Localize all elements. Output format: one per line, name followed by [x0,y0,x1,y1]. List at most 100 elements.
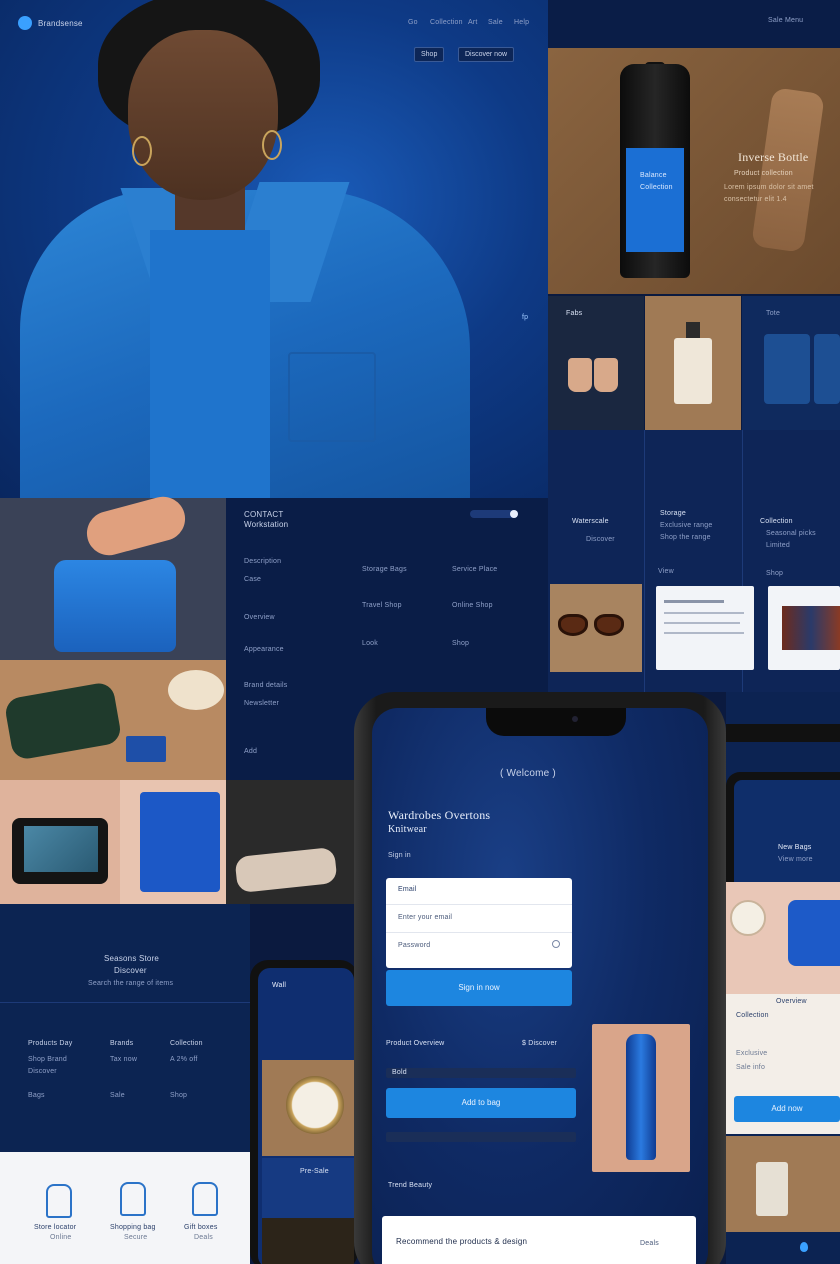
login-card-label: Email [398,886,417,893]
product-bar-2 [386,1132,576,1142]
right-card-line1: Exclusive [736,1050,768,1057]
panel-row-1[interactable]: Description [244,558,281,565]
login-card-divider-1 [386,904,572,905]
panel-row-6[interactable]: Newsletter [244,700,279,707]
store-col2-line1[interactable]: Tax now [110,1056,137,1063]
sign-in-button[interactable]: Sign in now [386,970,572,1006]
col1-title: Waterscale [572,518,609,525]
feature-label-1: Store locator [34,1224,77,1231]
store-col1-line1[interactable]: Shop Brand [28,1056,67,1063]
tablet-screen [24,826,98,872]
banner-heading: Inverse Bottle [738,150,809,164]
phone-subtext: Sign in [388,852,411,859]
right-card-sub: Collection [736,1012,769,1019]
add-to-bag-button[interactable]: Add to bag [386,1088,576,1118]
col2-title: Storage [660,510,686,517]
right-device-edge [726,724,840,742]
earring-left [132,136,152,166]
swatch-image [782,606,840,650]
shoe-image-2 [594,358,618,392]
panel-grid-4[interactable]: Online Shop [452,602,493,609]
store-subtitle: Discover [114,966,147,975]
right-card-button[interactable]: Add now [734,1096,840,1122]
top-right-nav[interactable]: Sale Menu [768,17,803,24]
nav-item-4[interactable]: Sale [488,19,503,26]
sunglass-lens-left [558,614,588,636]
perfume-bottle-image [674,338,712,404]
store-locator-icon[interactable] [46,1184,72,1218]
product-price: $ Discover [522,1040,558,1047]
store-col1-line3[interactable]: Bags [28,1092,45,1099]
banner-line-1: Lorem ipsum dolor sit amet [724,184,814,191]
store-col3-line2[interactable]: Shop [170,1092,187,1099]
feature-label-3: Gift boxes [184,1224,218,1231]
email-input[interactable]: Enter your email [398,914,452,921]
col2-link[interactable]: View [658,568,674,575]
shoe-image-1 [568,358,592,392]
feature-sub-1: Online [50,1234,72,1241]
store-col1-title: Products Day [28,1040,73,1047]
store-col2-title: Brands [110,1040,134,1047]
nav-item-1[interactable]: Go [408,19,418,26]
panel-row-2[interactable]: Case [244,576,261,583]
sunglass-lens-right [594,614,624,636]
store-col3-line1[interactable]: A 2% off [170,1056,198,1063]
product-label: Product Overview [386,1040,445,1047]
panel-grid-1[interactable]: Storage Bags [362,566,407,573]
right-bottle-image [756,1162,788,1216]
right-phone-sub[interactable]: View more [778,856,813,863]
jacket-pocket [288,352,376,442]
watch-caption: Pre-Sale [300,1168,329,1175]
nav-item-2[interactable]: Collection [430,19,463,26]
bottle-label [626,148,684,252]
panel-row-5[interactable]: Brand details [244,682,287,689]
bottle-label-line1: Balance [640,172,667,179]
phone-footer-label: Trend Beauty [388,1182,433,1189]
panel-title-1: CONTACT [244,510,284,519]
col1-sub[interactable]: Discover [586,536,615,543]
store-col1-line2[interactable]: Discover [28,1068,57,1075]
password-input[interactable]: Password [398,942,430,949]
right-mic-icon[interactable] [800,1242,808,1252]
store-col3-title: Collection [170,1040,203,1047]
shopping-bag-icon[interactable] [120,1182,146,1216]
discover-button[interactable]: Discover now [458,47,515,62]
product-bottle-image [626,1034,656,1160]
panel-row-4[interactable]: Appearance [244,646,284,653]
tote-image-1 [764,334,810,404]
password-eye-icon[interactable] [552,940,560,948]
top-right-nav-bar [548,0,840,48]
feature-label-2: Shopping bag [110,1224,156,1231]
panel-grid-3[interactable]: Travel Shop [362,602,402,609]
panel-title-2: Workstation [244,520,289,529]
gift-box-icon[interactable] [192,1182,218,1216]
shop-button[interactable]: Shop [414,47,445,62]
nav-item-3[interactable]: Art [468,19,478,26]
col3-line1: Seasonal picks [766,530,816,537]
brand-name[interactable]: Brandsense [38,19,83,28]
thumb-label-tote: Tote [766,310,781,317]
brand-logo-icon[interactable] [18,16,32,30]
nav-item-5[interactable]: Help [514,19,529,26]
panel-row-7[interactable]: Add [244,748,257,755]
panel-grid-2[interactable]: Service Place [452,566,497,573]
panel-row-3[interactable]: Overview [244,614,275,621]
info-card[interactable] [656,586,754,670]
model-shirt-image [150,230,270,498]
col2-line1: Exclusive range [660,522,713,529]
panel-footer-a[interactable]: Look [362,640,378,647]
store-col2-line2[interactable]: Sale [110,1092,125,1099]
col3-link[interactable]: Shop [766,570,783,577]
panel-footer-b[interactable]: Shop [452,640,469,647]
banner-subheading: Product collection [734,170,793,177]
small-phone-header: Wall [272,982,287,989]
welcome-label: ( Welcome ) [500,768,556,779]
blue-tote-image [140,792,220,892]
thumb-label-fabs: Fabs [566,310,583,317]
side-badge-icon[interactable]: fp [522,314,528,321]
earring-right [262,130,282,160]
right-phone-screen [734,780,840,884]
recommend-tag[interactable]: Deals [640,1240,659,1247]
right-bag-image [788,900,840,966]
feature-sub-2: Secure [124,1234,148,1241]
